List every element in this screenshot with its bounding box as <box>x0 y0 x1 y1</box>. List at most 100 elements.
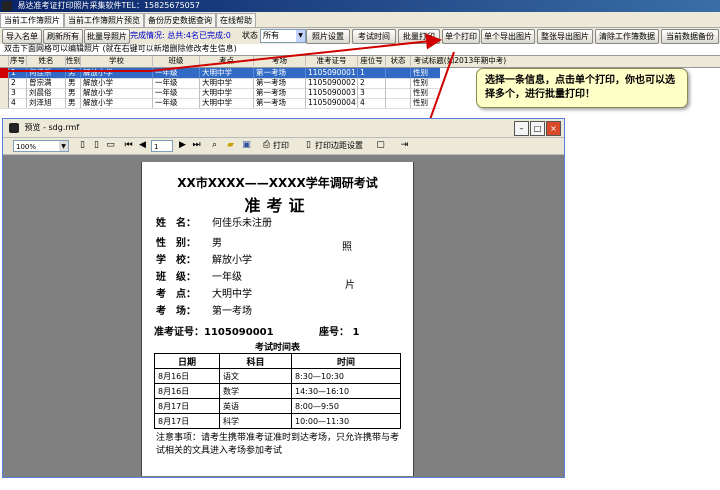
batch-import-photos-button[interactable]: 批量导照片 <box>84 29 130 44</box>
row-indicator <box>0 78 9 88</box>
cell-name: 刘晨俗 <box>27 88 66 98</box>
cell-exam-title: 性别 <box>413 98 428 107</box>
print-button[interactable]: 打印 <box>273 140 289 152</box>
cell-room: 第一考场 <box>254 88 306 98</box>
schedule-row: 8月16日 语文 8:30—10:30 <box>154 368 401 384</box>
instruction-callout: 选择一条信息，点击单个打印，你也可以选择多个，进行批量打印！ <box>476 68 688 108</box>
col-header-gender[interactable]: 性别 <box>66 56 81 66</box>
schedule-col-date: 日期 <box>154 353 220 369</box>
single-page-icon[interactable]: ▯ <box>77 140 88 151</box>
col-header-class[interactable]: 班级 <box>153 56 200 66</box>
exam-schedule-table: 日期 科目 时间 8月16日 语文 8:30—10:30 8月16日 数学 14… <box>154 353 401 429</box>
photo-placeholder-text: 片 <box>345 280 355 291</box>
tab-history-query[interactable]: 备份历史数据查询 <box>144 13 216 27</box>
photo-settings-button[interactable]: 照片设置 <box>306 29 350 44</box>
cell-seat: 3 <box>358 88 386 98</box>
fit-page-icon[interactable]: ▭ <box>105 140 116 151</box>
import-list-button[interactable]: 导入名单 <box>2 29 42 44</box>
col-header-exam-title[interactable]: 考试标题(如2013年期中考) <box>411 56 509 66</box>
grid-header: 序号 姓名 性别 学校 班级 考点 考场 准考证号 座位号 状态 考试标题(如2… <box>0 56 720 68</box>
exam-time-button[interactable]: 考试时间 <box>352 29 396 44</box>
single-print-button[interactable]: 单个打印 <box>442 29 480 44</box>
clear-workbook-button[interactable]: 清除工作簿数据 <box>595 29 659 44</box>
prev-page-icon[interactable]: ◀ <box>137 140 148 151</box>
preview-title: 预览 - sdg.rmf <box>24 123 80 132</box>
tab-current-photos[interactable]: 当前工作簿照片 <box>0 13 64 27</box>
cell-ticket-no: 1105090001 <box>306 68 358 78</box>
row-indicator <box>0 88 9 98</box>
batch-print-button[interactable]: 批量打印 <box>398 29 440 44</box>
printer-icon[interactable]: ⎙ <box>261 140 272 151</box>
col-header-ticket-no[interactable]: 准考证号 <box>306 56 358 66</box>
two-page-icon[interactable]: ▯ <box>91 140 102 151</box>
cell-no: 4 <box>9 98 27 108</box>
page-setup-button[interactable]: 打印边距设置 <box>315 140 363 152</box>
schedule-date: 8月16日 <box>154 383 220 399</box>
col-header-seat[interactable]: 座位号 <box>358 56 386 66</box>
notice-text: 注意事项：请考生携带准考证准时到达考场，只允许携带与考试相关的文具进入考场参加考… <box>156 433 400 456</box>
close-icon[interactable]: × <box>546 121 561 136</box>
cell-status <box>386 88 411 98</box>
schedule-date: 8月17日 <box>154 398 220 414</box>
tab-online-help[interactable]: 在线帮助 <box>216 13 256 27</box>
backup-data-button[interactable]: 当前数据备份 <box>661 29 719 44</box>
zoom-select[interactable]: 100% ▼ <box>13 140 69 152</box>
minimize-button[interactable]: – <box>514 121 529 136</box>
cell-gender: 男 <box>66 98 81 108</box>
status-filter-select[interactable]: 所有 ▼ <box>260 29 306 43</box>
room-value: 第一考场 <box>212 306 252 317</box>
first-page-icon[interactable]: ⏮ <box>123 140 134 151</box>
admission-ticket-page: XX市XXXX——XXXX学年调研考试 准考证 姓 名： 何佳乐未注册 性 别：… <box>141 162 414 476</box>
cell-class: 一年级 <box>153 88 200 98</box>
app-logo-icon <box>2 1 12 11</box>
exit-icon[interactable]: ⇥ <box>399 140 410 151</box>
seat-number: 座号： 1 <box>319 327 360 338</box>
cell-ticket-no: 1105090004 <box>306 98 358 108</box>
cell-class: 一年级 <box>153 78 200 88</box>
col-header-status[interactable]: 状态 <box>386 56 411 66</box>
col-header-school[interactable]: 学校 <box>81 56 153 66</box>
cell-class: 一年级 <box>153 68 200 78</box>
export-all-images-button[interactable]: 整张导出图片 <box>537 29 593 44</box>
col-header-no[interactable]: 序号 <box>9 56 27 66</box>
preview-title-bar: 预览 - sdg.rmf – □ × <box>3 119 564 138</box>
cell-school: 解放小学 <box>81 88 153 98</box>
last-page-icon[interactable]: ⏭ <box>191 140 202 151</box>
cell-name: 刘泽旭 <box>27 98 66 108</box>
page-setup-icon[interactable]: ▯ <box>303 140 314 151</box>
schedule-title: 考试时间表 <box>254 343 300 353</box>
grid-corner <box>0 56 9 66</box>
schedule-date: 8月16日 <box>154 368 220 384</box>
cell-school: 解放小学 <box>81 98 153 108</box>
table-row[interactable]: 4 刘泽旭 男 解放小学 一年级 大明中学 第一考场 1105090004 4 … <box>0 98 440 109</box>
cell-school: 解放小学 <box>81 78 153 88</box>
schedule-subject: 语文 <box>219 368 292 384</box>
cell-seat: 4 <box>358 98 386 108</box>
cell-ticket-no: 1105090003 <box>306 88 358 98</box>
open-folder-icon[interactable]: ▰ <box>225 140 236 151</box>
cell-class: 一年级 <box>153 98 200 108</box>
col-header-name[interactable]: 姓名 <box>27 56 66 66</box>
col-header-site[interactable]: 考点 <box>200 56 254 66</box>
gender-value: 男 <box>212 238 222 249</box>
next-page-icon[interactable]: ▶ <box>177 140 188 151</box>
page-number-input[interactable]: 1 <box>151 140 173 152</box>
maximize-button[interactable]: □ <box>530 121 545 136</box>
refresh-all-button[interactable]: 刷新所有 <box>43 29 83 44</box>
ticket-number: 准考证号：1105090001 <box>154 327 274 338</box>
search-icon[interactable]: ⌕ <box>209 140 220 151</box>
ticket-heading: 准考证 <box>244 196 311 215</box>
schedule-time: 8:00—9:50 <box>291 398 401 414</box>
save-icon[interactable]: ▣ <box>241 140 252 151</box>
name-value: 何佳乐未注册 <box>212 218 272 229</box>
col-header-room[interactable]: 考场 <box>254 56 306 66</box>
fullscreen-icon[interactable]: ▢ <box>375 140 386 151</box>
school-value: 解放小学 <box>212 255 252 266</box>
single-export-image-button[interactable]: 单个导出图片 <box>481 29 535 44</box>
tab-photo-preview[interactable]: 当前工作簿照片预览 <box>64 13 144 27</box>
schedule-row: 8月17日 英语 8:00—9:50 <box>154 398 401 414</box>
row-indicator <box>0 98 9 108</box>
schedule-row: 8月17日 科学 10:00—11:30 <box>154 413 401 429</box>
schedule-subject: 科学 <box>219 413 292 429</box>
cell-room: 第一考场 <box>254 78 306 88</box>
